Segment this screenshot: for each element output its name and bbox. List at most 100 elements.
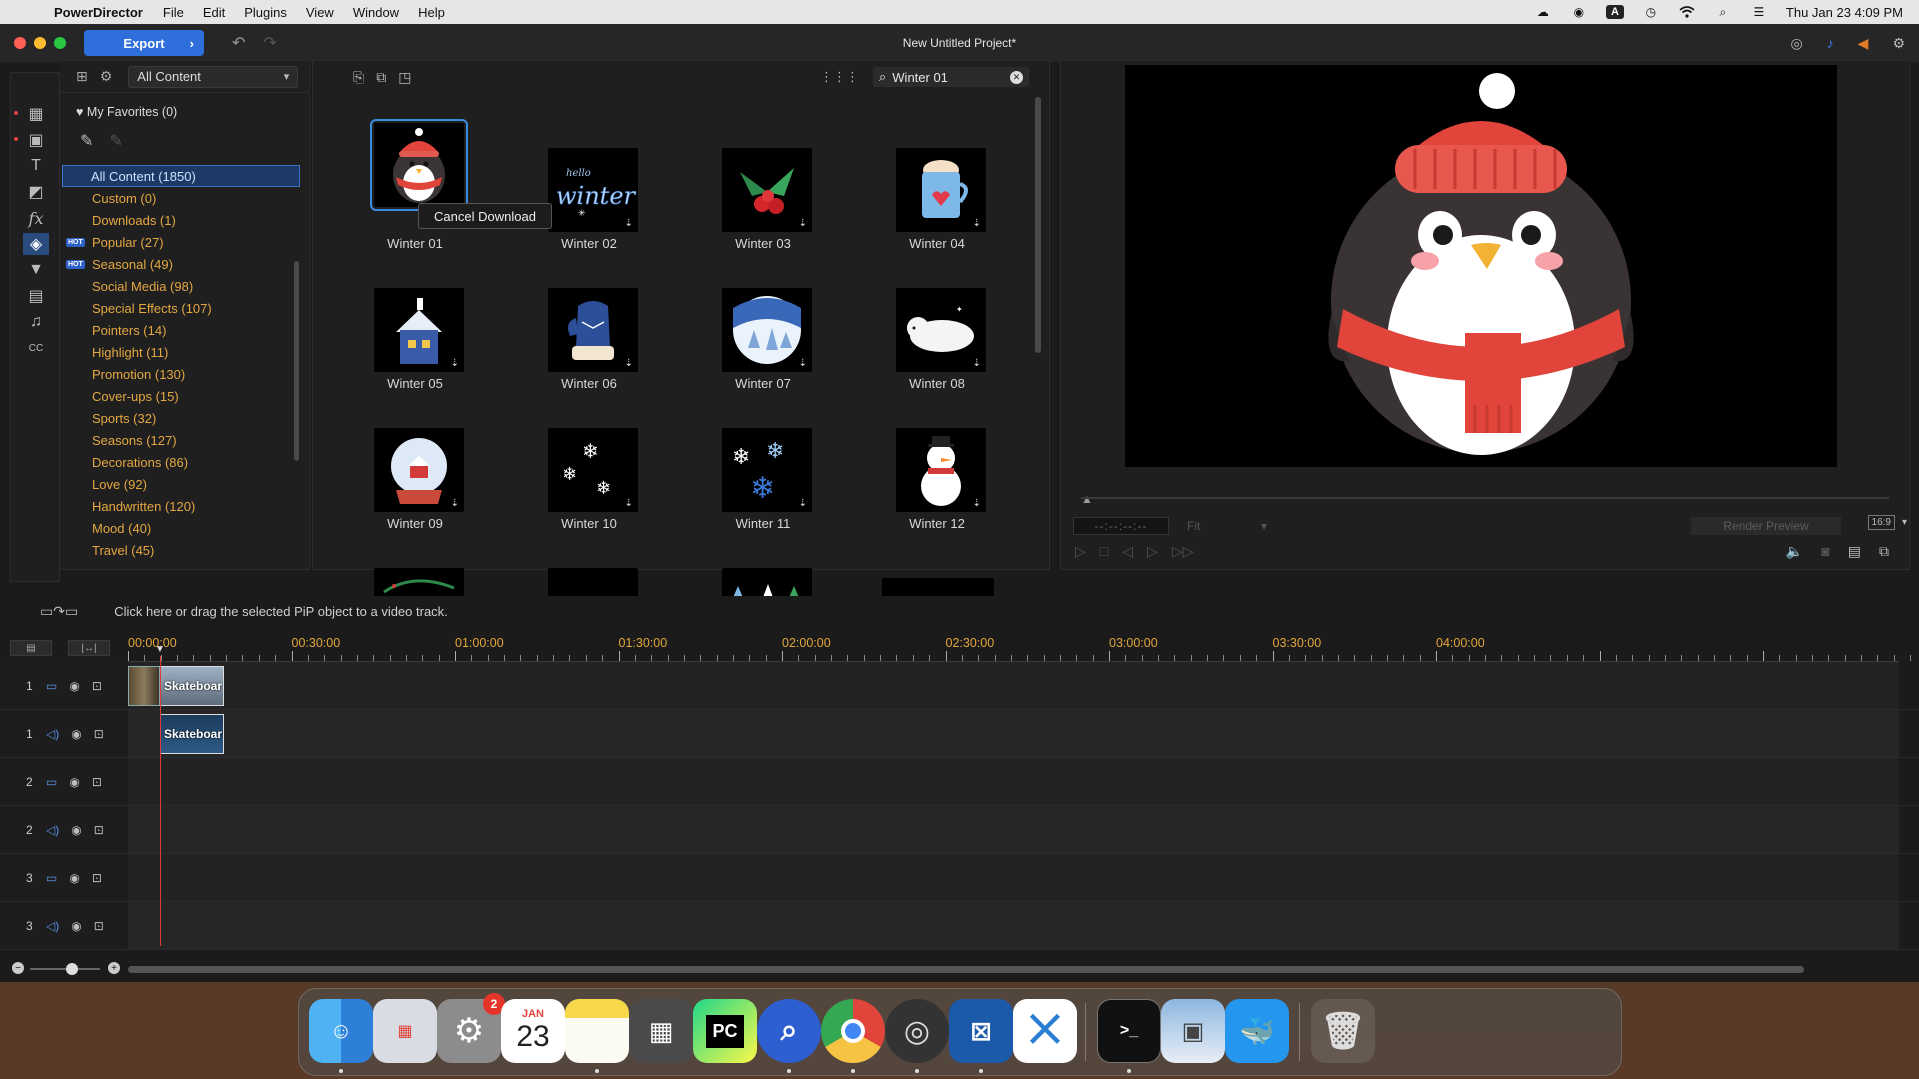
timeline-horizontal-scrollbar[interactable] [128, 966, 1804, 973]
preview-scrubber[interactable] [1081, 497, 1889, 499]
account-icon[interactable]: ◎ [1790, 35, 1802, 52]
tile-winter-02[interactable]: hello winter ✳ ⇣ [548, 148, 638, 232]
finder-icon[interactable]: ☺ [309, 999, 373, 1063]
tile-winter-08[interactable]: ✦ ⇣ [896, 288, 986, 372]
menu-file[interactable]: File [163, 5, 184, 20]
track-lane[interactable] [128, 854, 1899, 901]
category-item[interactable]: Highlight (11) [60, 341, 300, 363]
visibility-eye-icon[interactable]: ◉ [71, 727, 81, 741]
playhead-handle[interactable]: ▼ [155, 644, 165, 655]
aspect-ratio-button[interactable]: 16:9 [1867, 515, 1895, 530]
timeline-hint-bar[interactable]: ▭↷▭ Click here or drag the selected PiP … [0, 596, 1919, 626]
track-lane[interactable] [128, 758, 1899, 805]
notes-icon[interactable] [565, 999, 629, 1063]
vscode-icon[interactable]: ⨉ [1013, 999, 1077, 1063]
visibility-eye-icon[interactable]: ◉ [69, 679, 79, 693]
media-room-icon[interactable]: ▦ [23, 103, 49, 125]
download-icon[interactable]: ⇣ [799, 218, 807, 229]
effects-room-icon[interactable]: fx [23, 207, 49, 229]
calendar-icon[interactable]: JAN 23 [501, 999, 565, 1063]
category-item[interactable]: All Content (1850) [62, 165, 300, 187]
download-icon[interactable]: ⇣ [451, 358, 459, 369]
spotlight-search-icon[interactable]: ⌕ [1714, 5, 1732, 19]
zoom-window-button[interactable] [54, 37, 66, 49]
edit-tag-icon[interactable]: ✎ [109, 131, 122, 151]
search-input[interactable]: ⌕ Winter 01 ✕ [873, 67, 1029, 87]
category-item[interactable]: Special Effects (107) [60, 297, 300, 319]
tile-winter-06[interactable]: ⇣ [548, 288, 638, 372]
preview-app-icon[interactable]: ▣ [1161, 999, 1225, 1063]
settings-gear-icon[interactable]: ⚙ [1892, 35, 1905, 52]
visibility-eye-icon[interactable]: ◉ [71, 823, 81, 837]
lock-icon[interactable]: ⊡ [92, 775, 102, 789]
audio-track-icon[interactable]: ◁) [46, 919, 59, 933]
volume-icon[interactable]: 🔈 [1786, 543, 1803, 560]
track-lane[interactable]: Skateboar [128, 662, 1899, 709]
menu-view[interactable]: View [306, 5, 334, 20]
transition-room-icon[interactable]: ◩ [23, 181, 49, 203]
clear-search-icon[interactable]: ✕ [1010, 70, 1023, 84]
audio-clip[interactable]: Skateboar [160, 714, 224, 754]
menu-plugins[interactable]: Plugins [244, 5, 287, 20]
download-icon[interactable]: ⇣ [625, 358, 633, 369]
terminal-icon[interactable]: >_ [1097, 999, 1161, 1063]
tile-winter-01[interactable] [370, 119, 468, 211]
fit-timeline-button[interactable]: |↔| [68, 640, 110, 656]
download-icon[interactable]: ⇣ [625, 218, 633, 229]
category-item[interactable]: Decorations (86) [60, 451, 300, 473]
screen-recorder-icon[interactable]: ⊠ [949, 999, 1013, 1063]
category-item[interactable]: Mood (40) [60, 517, 300, 539]
category-item[interactable]: HOT Popular (27) [60, 231, 300, 253]
calculator-icon[interactable]: ▦ [629, 999, 693, 1063]
grid-view-icon[interactable]: ⋮⋮⋮ [820, 69, 859, 85]
track-lane[interactable]: Skateboar [128, 710, 1899, 757]
lock-icon[interactable]: ⊡ [92, 679, 102, 693]
time-ruler[interactable]: 00:00:00 00:30:00 01:00:00 01:30:00 02:00:00… [128, 634, 1912, 662]
close-window-button[interactable] [14, 37, 26, 49]
wifi-icon[interactable] [1678, 5, 1696, 19]
lock-icon[interactable]: ⊡ [94, 919, 104, 933]
library-scrollbar[interactable] [1035, 97, 1041, 353]
status-app-icon[interactable]: ◉ [1570, 5, 1588, 19]
control-center-icon[interactable]: ☰ [1750, 5, 1768, 19]
category-item[interactable]: Cover-ups (15) [60, 385, 300, 407]
fit-select[interactable]: Fit ▾ [1187, 519, 1267, 533]
snapshot-camera-icon[interactable]: ◙ [1821, 543, 1829, 560]
zoom-slider-thumb[interactable] [66, 963, 78, 975]
lock-icon[interactable]: ⊡ [92, 871, 102, 885]
category-item[interactable]: Sports (32) [60, 407, 300, 429]
cloud-sync-icon[interactable]: ☁ [1534, 5, 1552, 19]
video-room-icon[interactable]: ▣ [23, 129, 49, 151]
category-item[interactable]: Handwritten (120) [60, 495, 300, 517]
download-icon[interactable]: ⇣ [799, 358, 807, 369]
tile-winter-11[interactable]: ❄ ❄ ❄ ⇣ [722, 428, 812, 512]
cancel-download-tooltip[interactable]: Cancel Download [418, 203, 552, 229]
category-item[interactable]: Travel (45) [60, 539, 300, 561]
category-scrollbar[interactable] [294, 261, 299, 461]
add-tag-icon[interactable]: ✎ [80, 131, 93, 151]
tile-winter-12[interactable]: ⇣ [896, 428, 986, 512]
tile-winter-09[interactable]: ⇣ [374, 428, 464, 512]
notification-bell-icon[interactable]: ♪ [1827, 35, 1834, 52]
trash-icon[interactable]: 🗑 [1311, 999, 1375, 1063]
next-frame-icon[interactable]: ▷ [1147, 543, 1158, 560]
tile-winter-10[interactable]: ❄ ❄ ❄ ⇣ [548, 428, 638, 512]
category-item[interactable]: Seasons (127) [60, 429, 300, 451]
download-icon[interactable]: ⇣ [799, 498, 807, 509]
visibility-eye-icon[interactable]: ◉ [71, 919, 81, 933]
undock-preview-icon[interactable]: ⧉ [1879, 543, 1889, 560]
minimize-window-button[interactable] [34, 37, 46, 49]
download-icon[interactable]: ⇣ [973, 218, 981, 229]
lock-icon[interactable]: ⊡ [94, 823, 104, 837]
visibility-eye-icon[interactable]: ◉ [69, 871, 79, 885]
category-item[interactable]: Pointers (14) [60, 319, 300, 341]
video-track-icon[interactable]: ▭ [46, 775, 57, 789]
download-icon[interactable]: ⇣ [973, 358, 981, 369]
tile-winter-04[interactable]: ⇣ [896, 148, 986, 232]
category-item[interactable]: Promotion (130) [60, 363, 300, 385]
launchpad-icon[interactable]: ▦ [373, 999, 437, 1063]
plugin-icon[interactable]: ⚙ [100, 68, 113, 85]
timeline-mode-icon[interactable]: ▭↷▭ [40, 603, 78, 620]
pycharm-icon[interactable]: PC [693, 999, 757, 1063]
video-clip[interactable]: Skateboar [160, 666, 224, 706]
